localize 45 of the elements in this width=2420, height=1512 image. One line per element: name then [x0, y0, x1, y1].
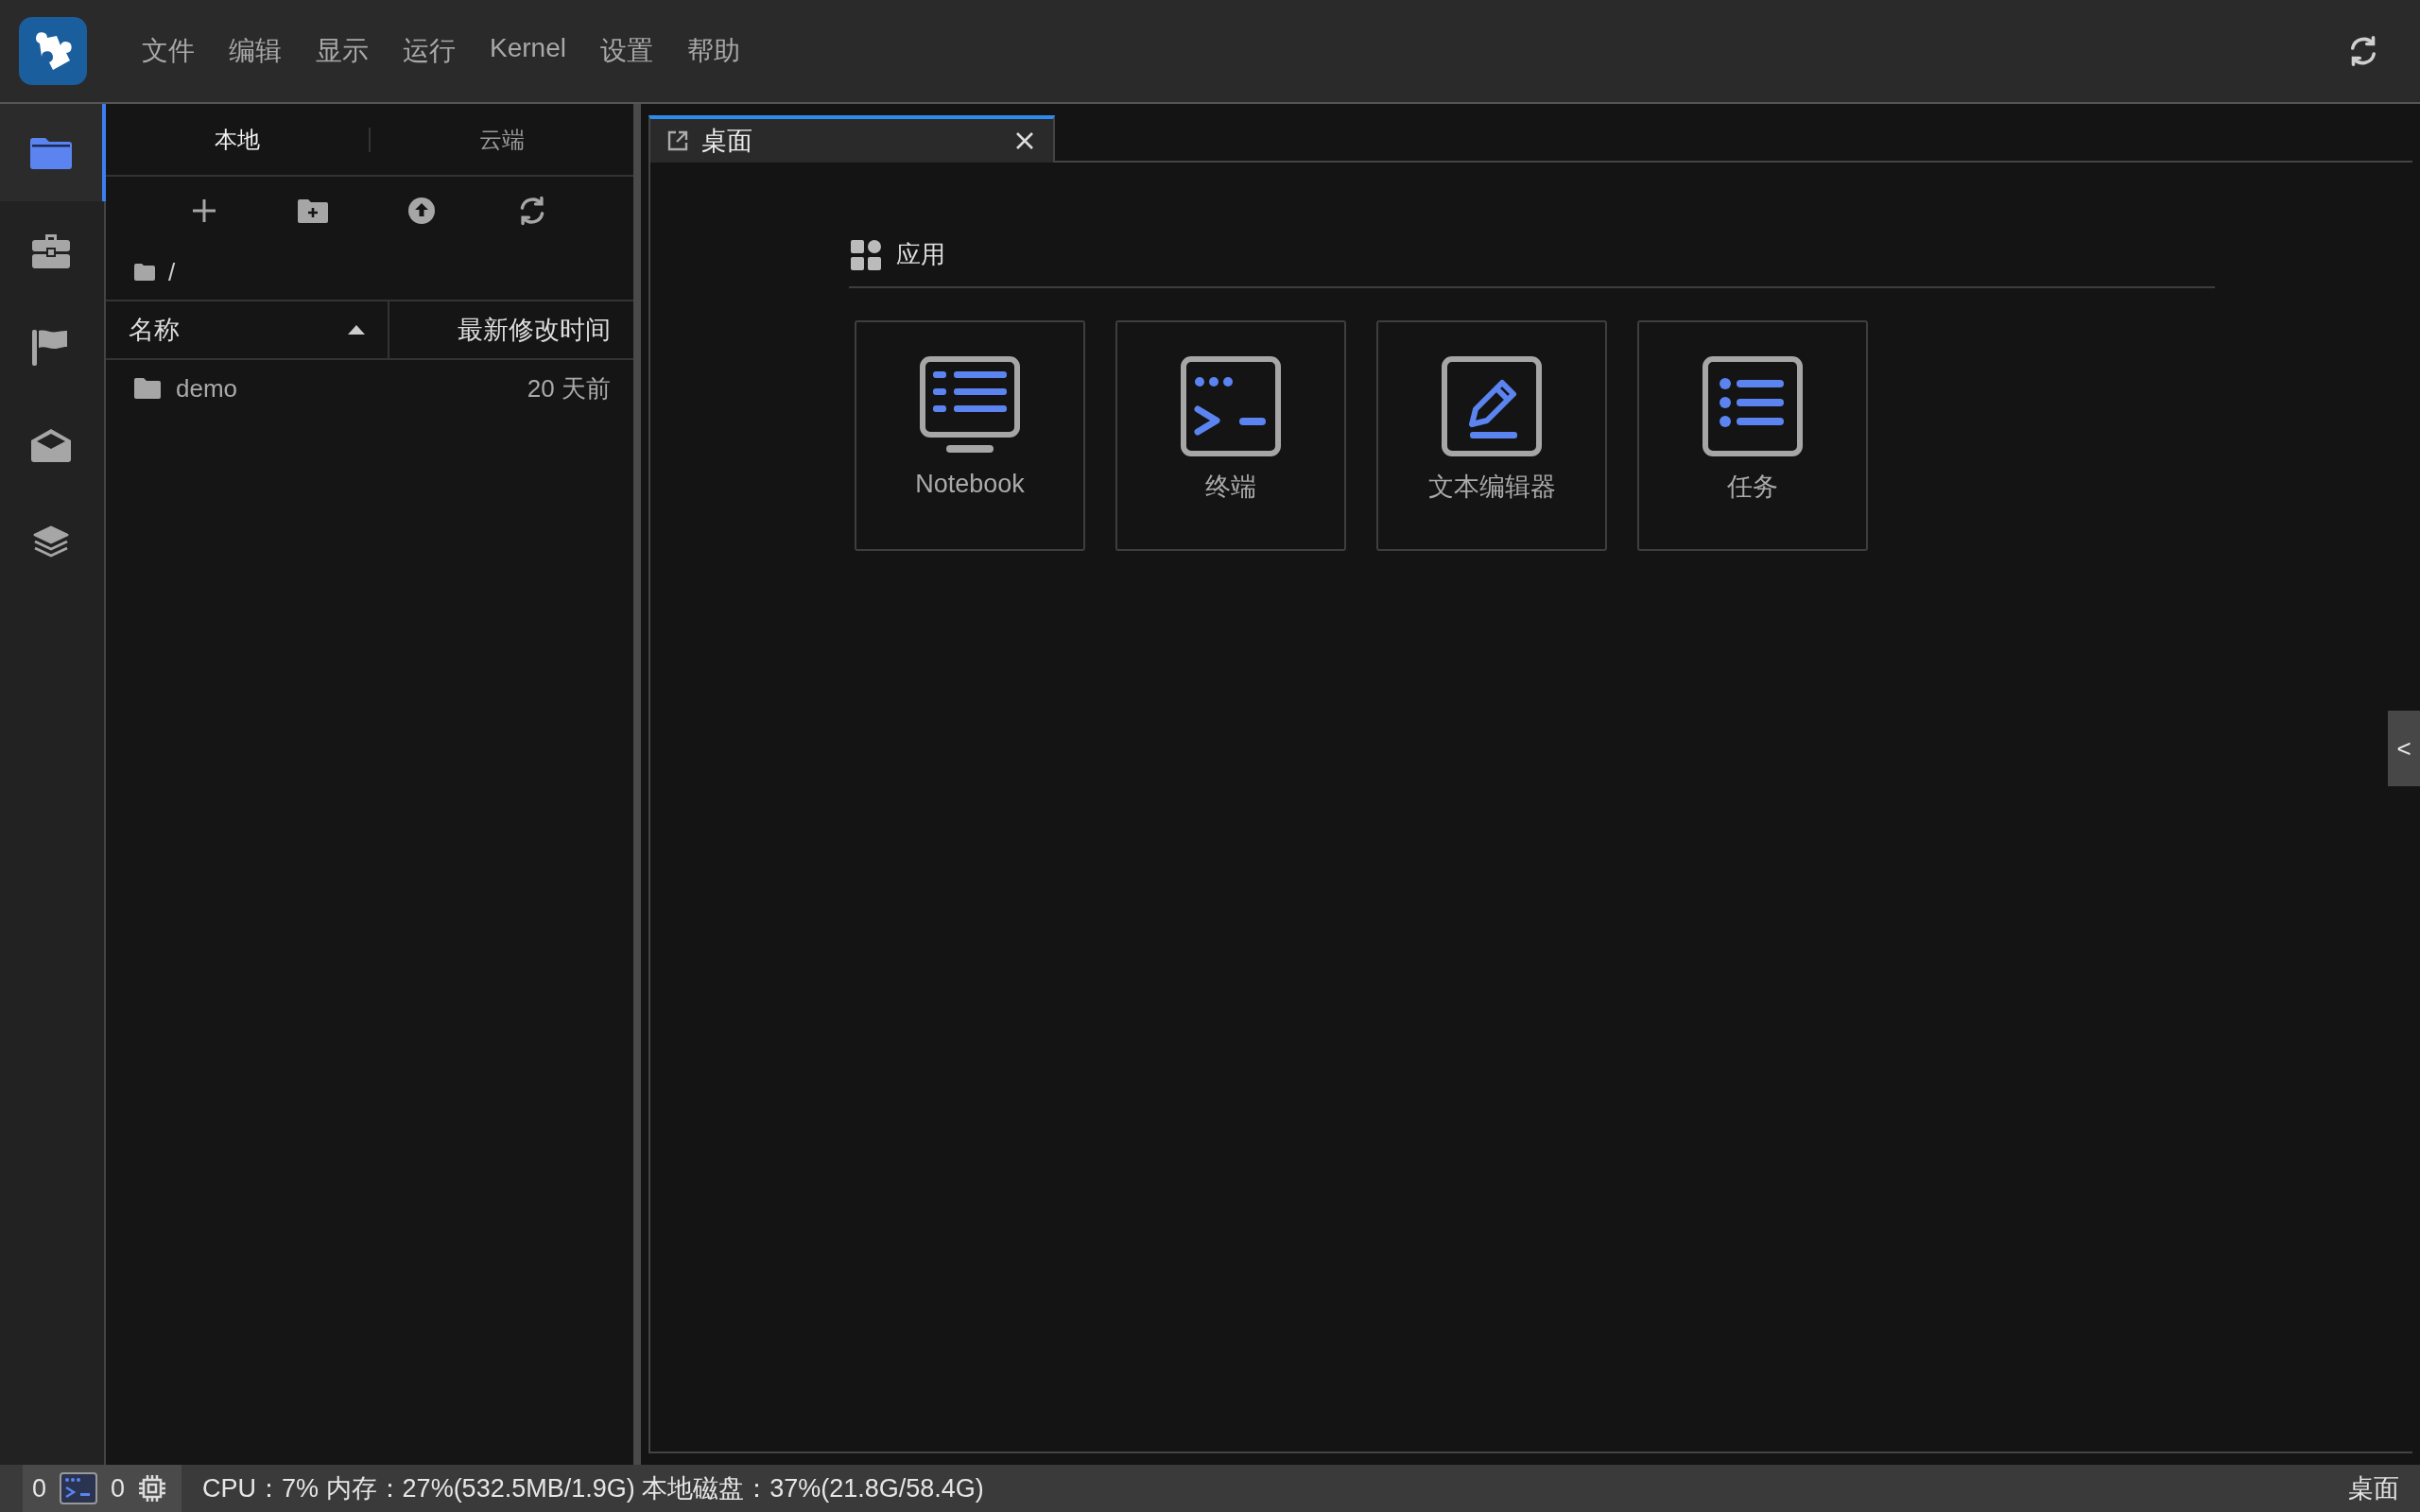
terminal-icon[interactable]	[60, 1472, 98, 1504]
panel-tab[interactable]: 本地	[106, 116, 369, 163]
resource-usage: CPU：7% 内存：27%(532.5MB/1.9G) 本地磁盘：37%(21.8G/58.4G)	[202, 1473, 985, 1504]
launcher-card[interactable]: 文本编辑器	[1376, 320, 1607, 551]
folder-plus-icon[interactable]	[297, 198, 328, 223]
external-link-icon	[667, 130, 688, 151]
upload-icon[interactable]	[407, 197, 437, 225]
menu-item[interactable]: 显示	[299, 26, 386, 77]
panel-tab[interactable]: 云端	[371, 116, 633, 163]
menu-item[interactable]: 文件	[125, 26, 212, 77]
kernel-count[interactable]: 0	[32, 1473, 47, 1503]
list-icon	[1703, 356, 1803, 456]
layers-icon[interactable]	[32, 524, 70, 559]
menu-item[interactable]: Kernel	[473, 26, 583, 77]
folder-icon	[134, 264, 155, 281]
sidebar-tab[interactable]	[0, 104, 106, 201]
menu-item[interactable]: 帮助	[669, 26, 757, 77]
launcher-card[interactable]: 任务	[1637, 320, 1868, 551]
current-view-label: 桌面	[2348, 1473, 2399, 1504]
plus-icon[interactable]	[191, 198, 218, 224]
column-header[interactable]: 最新修改时间	[389, 301, 633, 358]
apps-grid-icon	[851, 239, 881, 270]
pencil-icon	[1442, 356, 1542, 456]
close-icon[interactable]	[1015, 131, 1034, 150]
section-title: 应用	[896, 239, 945, 270]
file-name[interactable]: demo	[176, 373, 238, 404]
chip-icon[interactable]	[138, 1474, 167, 1503]
modified-time: 20 天前	[527, 372, 611, 404]
breadcrumb-path[interactable]: /	[168, 257, 176, 287]
folder-icon[interactable]	[30, 136, 72, 169]
menu-item[interactable]: 设置	[582, 26, 670, 77]
flag-icon[interactable]	[32, 329, 70, 366]
document-tab[interactable]: 桌面	[648, 115, 1055, 163]
collapse-panel-button[interactable]: <	[2388, 711, 2420, 786]
puzzle-logo-icon	[19, 17, 87, 85]
launcher-card[interactable]: 终端	[1115, 320, 1346, 551]
terminal-icon	[1181, 356, 1281, 456]
envelope-icon[interactable]	[31, 427, 71, 462]
briefcase-icon[interactable]	[32, 232, 70, 268]
folder-icon	[134, 378, 161, 399]
menu-item[interactable]: 运行	[386, 26, 473, 77]
column-header[interactable]: 名称	[106, 301, 389, 358]
terminal-count[interactable]: 0	[111, 1473, 126, 1503]
launcher-card[interactable]: Notebook	[855, 320, 1085, 551]
menu-item[interactable]: 编辑	[212, 26, 299, 77]
